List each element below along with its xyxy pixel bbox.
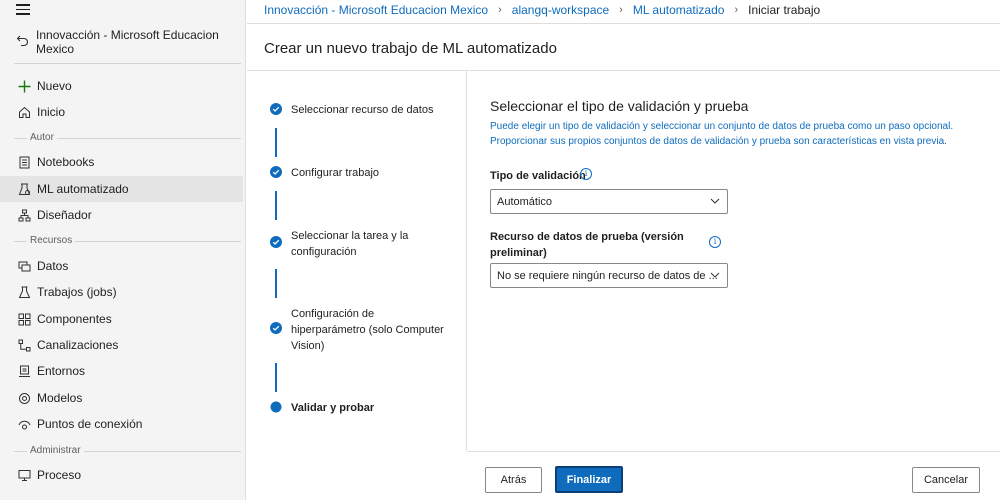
plus-icon bbox=[17, 79, 31, 93]
test-data-label: Recurso de datos de prueba (versión prel… bbox=[490, 231, 684, 259]
step-connector bbox=[275, 269, 277, 298]
steps-divider bbox=[466, 71, 467, 451]
validation-type-label: Tipo de validación bbox=[490, 170, 586, 182]
validation-type-dropdown[interactable]: Automático bbox=[490, 189, 728, 214]
sidebar-item-environments[interactable]: Entornos bbox=[0, 358, 243, 384]
sidebar-item-label: Entornos bbox=[37, 364, 86, 378]
breadcrumb: Innovacción - Microsoft Educacion Mexico… bbox=[264, 3, 820, 17]
breadcrumb-divider bbox=[247, 23, 1000, 24]
section-label-manage: Administrar bbox=[27, 445, 84, 456]
sidebar-divider bbox=[14, 63, 241, 64]
breadcrumb-link-automl[interactable]: ML automatizado bbox=[633, 3, 725, 17]
footer-divider bbox=[467, 451, 1000, 452]
checkmark-circle-icon bbox=[270, 236, 282, 248]
chevron-right-icon: › bbox=[619, 4, 623, 16]
dropdown-value: Automático bbox=[497, 195, 553, 208]
chevron-down-icon bbox=[710, 272, 720, 278]
sidebar-item-designer[interactable]: Diseñador bbox=[0, 202, 243, 228]
compute-icon bbox=[17, 468, 31, 482]
chevron-right-icon: › bbox=[734, 4, 739, 16]
dropdown-value: No se requiere ningún recurso de datos d… bbox=[497, 269, 718, 282]
sidebar-item-label: Componentes bbox=[37, 312, 112, 326]
step-select-data[interactable]: Seleccionar recurso de datos bbox=[270, 102, 451, 118]
data-icon bbox=[17, 259, 31, 273]
step-configure-job[interactable]: Configurar trabajo bbox=[270, 165, 451, 181]
workspace-back-link[interactable]: Innovacción - Microsoft Educacion Mexico bbox=[16, 28, 245, 56]
sidebar-item-jobs[interactable]: Trabajos (jobs) bbox=[0, 279, 243, 305]
sidebar-item-label: Puntos de conexión bbox=[37, 417, 143, 431]
sidebar-item-data[interactable]: Datos bbox=[0, 253, 243, 279]
section-label-author: Autor bbox=[27, 132, 57, 143]
sidebar-item-components[interactable]: Componentes bbox=[0, 306, 243, 332]
sidebar-item-label: Datos bbox=[37, 259, 69, 273]
breadcrumb-link-workspace-org[interactable]: Innovacción - Microsoft Educacion Mexico bbox=[264, 3, 488, 17]
models-icon bbox=[17, 391, 31, 405]
step-label: Validar y probar bbox=[291, 402, 375, 414]
current-step-dot-icon bbox=[270, 401, 282, 413]
back-button[interactable]: Atrás bbox=[485, 467, 542, 493]
step-hyperparameters[interactable]: Configuración de hiperparámetro (solo Co… bbox=[270, 306, 451, 354]
page-title: Crear un nuevo trabajo de ML automatizad… bbox=[264, 40, 557, 57]
sidebar-item-pipelines[interactable]: Canalizaciones bbox=[0, 332, 243, 358]
sidebar-item-label: Trabajos (jobs) bbox=[37, 285, 117, 299]
finish-button[interactable]: Finalizar bbox=[555, 466, 623, 493]
environments-icon bbox=[17, 364, 31, 378]
home-icon bbox=[17, 105, 31, 119]
checkmark-circle-icon bbox=[270, 103, 282, 115]
sidebar-item-new[interactable]: Nuevo bbox=[0, 73, 243, 99]
jobs-icon bbox=[17, 285, 31, 299]
hamburger-menu-icon[interactable] bbox=[16, 4, 30, 15]
checkmark-circle-icon bbox=[270, 322, 282, 334]
sidebar-item-label: Inicio bbox=[37, 105, 66, 119]
sidebar-item-label: Canalizaciones bbox=[37, 338, 119, 352]
step-validate-test[interactable]: Validar y probar bbox=[270, 400, 451, 416]
test-data-dropdown[interactable]: No se requiere ningún recurso de datos d… bbox=[490, 263, 728, 288]
sidebar-item-label: Notebooks bbox=[37, 155, 95, 169]
cancel-button[interactable]: Cancelar bbox=[912, 467, 980, 493]
step-label: Seleccionar la tarea y la configuración bbox=[291, 230, 409, 258]
chevron-down-icon bbox=[710, 198, 720, 204]
designer-icon bbox=[17, 208, 31, 222]
sidebar-item-label: Proceso bbox=[37, 468, 82, 482]
checkmark-circle-icon bbox=[270, 166, 282, 178]
sidebar-item-endpoints[interactable]: Puntos de conexión bbox=[0, 411, 243, 437]
info-icon[interactable]: i bbox=[709, 236, 721, 248]
wizard-steps: Seleccionar recurso de datos Configurar … bbox=[247, 71, 467, 451]
notebook-icon bbox=[17, 155, 31, 169]
panel-title: Seleccionar el tipo de validación y prue… bbox=[490, 98, 749, 114]
section-label-assets: Recursos bbox=[27, 235, 76, 246]
step-select-task[interactable]: Seleccionar la tarea y la configuración bbox=[270, 228, 451, 260]
sidebar-item-label: Nuevo bbox=[37, 79, 72, 93]
step-connector bbox=[275, 128, 277, 157]
sidebar-item-notebooks[interactable]: Notebooks bbox=[0, 149, 243, 175]
sidebar-item-models[interactable]: Modelos bbox=[0, 385, 243, 411]
chevron-right-icon: › bbox=[498, 4, 502, 16]
breadcrumb-link-workspace[interactable]: alangq-workspace bbox=[512, 3, 609, 17]
automl-icon bbox=[17, 182, 31, 196]
breadcrumb-current: Iniciar trabajo bbox=[748, 3, 821, 17]
sidebar-item-compute[interactable]: Proceso bbox=[0, 462, 243, 488]
panel-description: Puede elegir un tipo de validación y sel… bbox=[490, 121, 954, 147]
endpoints-icon bbox=[17, 417, 31, 431]
info-icon[interactable]: i bbox=[580, 168, 592, 180]
left-nav-sidebar: Innovacción - Microsoft Educacion Mexico… bbox=[0, 0, 246, 500]
step-label: Configurar trabajo bbox=[291, 167, 380, 179]
sidebar-item-label: Modelos bbox=[37, 391, 83, 405]
step-connector bbox=[275, 363, 277, 392]
workspace-name: Innovacción - Microsoft Educacion Mexico bbox=[36, 28, 219, 56]
components-icon bbox=[17, 312, 31, 326]
sidebar-item-label: ML automatizado bbox=[37, 182, 129, 196]
sidebar-item-home[interactable]: Inicio bbox=[0, 99, 243, 125]
step-label: Configuración de hiperparámetro (solo Co… bbox=[291, 308, 444, 352]
sidebar-item-automl[interactable]: ML automatizado bbox=[0, 176, 243, 202]
pipelines-icon bbox=[17, 338, 31, 352]
back-arrow-icon bbox=[16, 34, 29, 50]
step-label: Seleccionar recurso de datos bbox=[291, 104, 434, 116]
sidebar-item-label: Diseñador bbox=[37, 208, 92, 222]
step-connector bbox=[275, 191, 277, 220]
